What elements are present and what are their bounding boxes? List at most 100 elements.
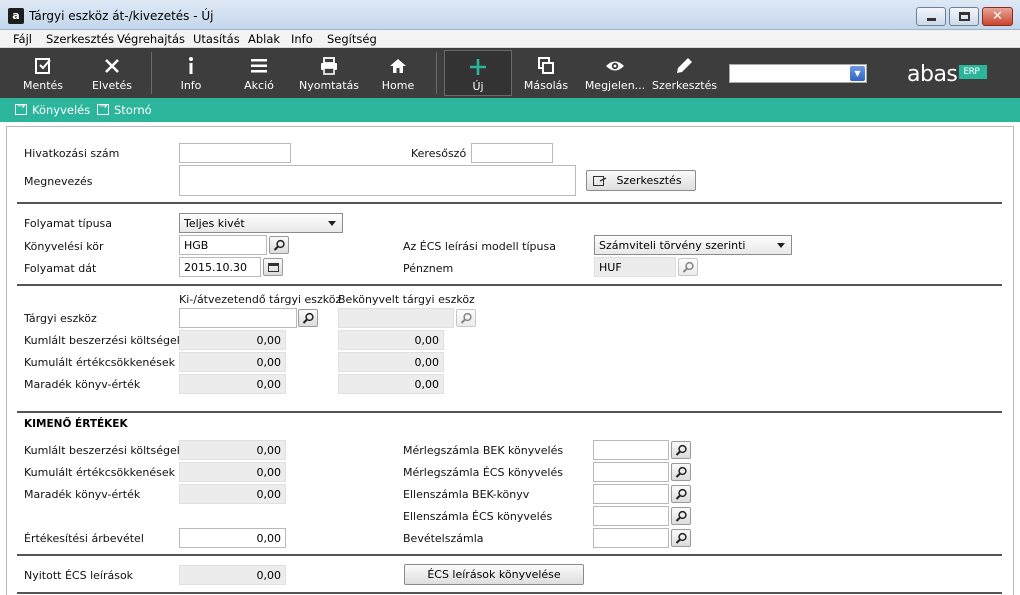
- print-button[interactable]: Nyomtatás: [298, 48, 360, 98]
- asset-out-search-button[interactable]: [298, 309, 318, 327]
- search-icon: [675, 510, 687, 522]
- row-label: Kumulált értékcsökkenések: [24, 356, 175, 369]
- edit-toolbar-button[interactable]: Szerkesztés: [652, 48, 717, 98]
- name-field[interactable]: [179, 165, 576, 196]
- account-search-button[interactable]: [671, 441, 691, 459]
- sales-revenue-field[interactable]: 0,00: [179, 528, 286, 548]
- outgoing-values-title: KIMENŐ ÉRTÉKEK: [24, 418, 128, 430]
- account-field[interactable]: [593, 528, 669, 548]
- account-label: Mérlegszámla ÉCS könyvelés: [403, 466, 563, 479]
- pencil-icon: [677, 58, 692, 73]
- out-row-value: 0,00: [179, 462, 286, 482]
- asset-label: Tárgyi eszköz: [24, 312, 97, 325]
- ledger-field[interactable]: HGB: [179, 235, 267, 255]
- keyword-field[interactable]: [471, 143, 553, 163]
- out-row-value: 0,00: [179, 484, 286, 504]
- chevron-down-icon[interactable]: ▼: [850, 66, 865, 81]
- currency-search-button[interactable]: [678, 258, 698, 276]
- asset-in-search-button[interactable]: [456, 309, 476, 327]
- post-depreciation-button[interactable]: ÉCS leírások könyvelése: [404, 564, 584, 585]
- ref-number-field[interactable]: [179, 143, 291, 163]
- post-action[interactable]: Könyvelés: [15, 101, 90, 117]
- minimize-icon: [927, 18, 936, 21]
- calendar-button[interactable]: [263, 258, 283, 276]
- row-in-value: 0,00: [338, 330, 444, 350]
- open-depr-value: 0,00: [179, 565, 286, 585]
- menu-command[interactable]: Utasítás: [193, 32, 240, 46]
- out-row-label: Kumulált értékcsökkenések: [24, 466, 175, 479]
- search-icon: [273, 239, 285, 251]
- account-search-button[interactable]: [671, 507, 691, 525]
- col-incoming-label: Bekönyvelt tárgyi eszköz: [338, 293, 475, 306]
- account-search-button[interactable]: [671, 463, 691, 481]
- sales-revenue-label: Értékesítési árbevétel: [24, 532, 144, 545]
- process-type-select[interactable]: Teljes kivét: [179, 213, 343, 233]
- menu-edit[interactable]: Szerkesztés: [46, 32, 114, 46]
- info-button[interactable]: Info: [164, 48, 218, 98]
- minimize-button[interactable]: [916, 7, 946, 26]
- action-button[interactable]: Akció: [232, 48, 286, 98]
- logo-erp-badge: ERP: [959, 65, 988, 79]
- menu-window[interactable]: Ablak: [248, 32, 280, 46]
- toolbar-separator: [151, 52, 152, 94]
- menu-help[interactable]: Segítség: [327, 32, 377, 46]
- divider: [17, 284, 1002, 286]
- account-field[interactable]: [593, 484, 669, 504]
- copy-button[interactable]: Másolás: [518, 48, 574, 98]
- save-button[interactable]: Mentés: [14, 48, 72, 98]
- form-content: Hivatkozási szám Keresőszó Megnevezés Sz…: [6, 126, 1014, 595]
- action-bar: Könyvelés Stornó: [0, 98, 1020, 122]
- menu-execute[interactable]: Végrehajtás: [117, 32, 185, 46]
- menu-info[interactable]: Info: [291, 32, 313, 46]
- save-icon: [35, 58, 51, 74]
- account-field[interactable]: [593, 462, 669, 482]
- account-search-button[interactable]: [671, 529, 691, 547]
- home-icon: [390, 59, 406, 73]
- title-bar: a Tárgyi eszköz át-/kivezetés - Új ✕: [0, 0, 1020, 30]
- new-button[interactable]: Új: [444, 50, 512, 96]
- account-label: Bevételszámla: [403, 532, 484, 545]
- printer-icon: [321, 57, 337, 75]
- asset-out-field[interactable]: [179, 308, 297, 328]
- ledger-search-button[interactable]: [269, 236, 289, 254]
- out-row-label: Maradék könyv-érték: [24, 488, 141, 501]
- discard-button[interactable]: Elvetés: [84, 48, 140, 98]
- row-label: Kumlált beszerzési költségek: [24, 334, 184, 347]
- divider: [17, 202, 1002, 204]
- info-icon: [189, 57, 193, 74]
- process-type-label: Folyamat típusa: [24, 217, 113, 230]
- arrow-right-icon: [97, 101, 109, 115]
- close-icon: ✕: [992, 9, 1003, 24]
- search-icon: [675, 488, 687, 500]
- row-in-value: 0,00: [338, 352, 444, 372]
- account-label: Ellenszámla ÉCS könyvelés: [403, 510, 553, 523]
- process-date-field[interactable]: 2015.10.30: [179, 257, 261, 277]
- maximize-button[interactable]: [949, 7, 979, 26]
- toolbar-search-combo[interactable]: ▼: [729, 64, 867, 83]
- search-icon: [460, 312, 472, 324]
- plus-icon: [470, 59, 486, 75]
- account-field[interactable]: [593, 440, 669, 460]
- close-icon: [105, 59, 119, 73]
- depr-model-label: Az ÉCS leírási modell típusa: [403, 240, 556, 253]
- ledger-label: Könyvelési kör: [24, 240, 104, 253]
- copy-icon: [538, 57, 554, 74]
- menu-bar: Fájl Szerkesztés Végrehajtás Utasítás Ab…: [0, 30, 1020, 48]
- divider: [17, 592, 1002, 594]
- process-date-label: Folyamat dát: [24, 262, 97, 275]
- depr-model-select[interactable]: Számviteli törvény szerinti: [594, 235, 792, 255]
- menu-file[interactable]: Fájl: [13, 32, 32, 46]
- edit-text-icon: [593, 176, 607, 186]
- toolbar: Mentés Elvetés Info Akció Nyomtatás Home…: [0, 48, 1020, 98]
- edit-name-button[interactable]: Szerkesztés: [586, 170, 696, 191]
- window-title: Tárgyi eszköz át-/kivezetés - Új: [29, 9, 214, 23]
- chevron-down-icon: [328, 221, 336, 226]
- reverse-action[interactable]: Stornó: [97, 101, 152, 117]
- arrow-right-icon: [15, 101, 27, 115]
- account-field[interactable]: [593, 506, 669, 526]
- account-search-button[interactable]: [671, 485, 691, 503]
- home-button[interactable]: Home: [370, 48, 426, 98]
- close-window-button[interactable]: ✕: [982, 7, 1013, 26]
- view-button[interactable]: Megjelen...: [584, 48, 646, 98]
- currency-field: HUF: [594, 257, 676, 277]
